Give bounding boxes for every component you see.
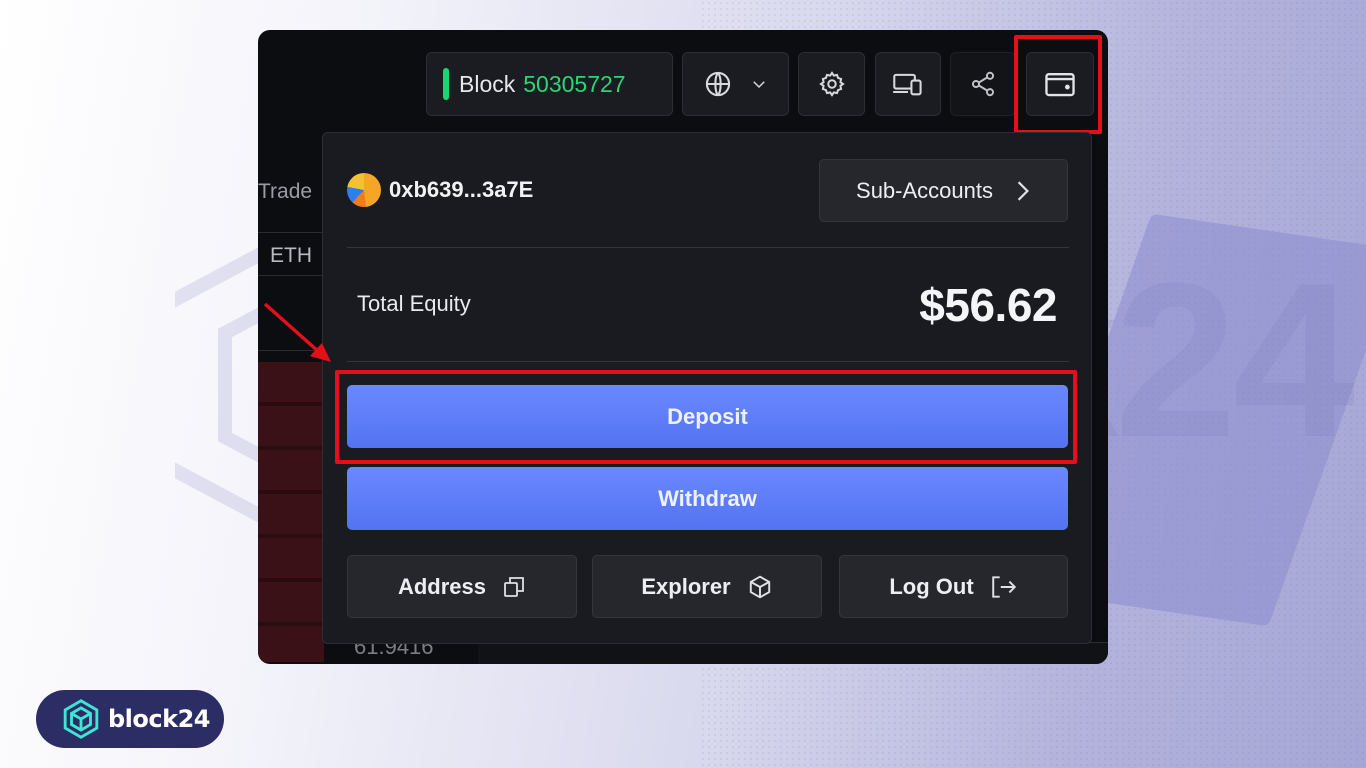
settings-button[interactable] [798,52,865,116]
block-label: Block [459,70,516,97]
devices-button[interactable] [875,52,941,116]
sub-accounts-button[interactable]: Sub-Accounts [819,159,1068,222]
cube-logo-icon [63,699,99,739]
wallet-dropdown-menu: 0xb639...3a7E Sub-Accounts Total Equity … [322,132,1092,644]
panel-footer [478,642,1108,664]
share-icon [971,71,995,97]
status-bar-icon [443,68,449,100]
logout-icon [991,575,1016,598]
devices-icon [893,73,922,96]
exchange-app-screenshot: Trade ETH 61.9416 Block 50305727 0xb639.… [258,30,1108,664]
chevron-down-icon [752,81,765,89]
deposit-button[interactable]: Deposit [347,385,1068,448]
block-height-indicator[interactable]: Block 50305727 [426,52,673,116]
logout-button[interactable]: Log Out [839,555,1068,618]
copy-icon [504,576,524,597]
avatar [347,173,381,207]
annotation-arrow-icon [263,302,331,362]
cube-icon [749,575,770,598]
sub-accounts-label: Sub-Accounts [856,177,993,203]
withdraw-button[interactable]: Withdraw [347,467,1068,530]
total-equity-value: $56.62 [919,279,1057,331]
divider [347,247,1069,248]
divider [258,232,328,233]
wallet-highlight-box [1014,35,1102,134]
copy-address-button[interactable]: Address [347,555,577,618]
address-button-label: Address [397,573,487,599]
wallet-address: 0xb639...3a7E [389,177,534,202]
explorer-button-label: Explorer [641,573,731,599]
top-toolbar: Block 50305727 [258,30,1108,134]
asset-label[interactable]: ETH [270,244,312,268]
explorer-button[interactable]: Explorer [592,555,822,618]
brand-logo-text: block24 [108,705,210,733]
trade-tab-label[interactable]: Trade [258,180,312,204]
account-info[interactable]: 0xb639...3a7E [347,173,533,207]
total-equity-label: Total Equity [357,291,471,316]
divider [258,275,328,276]
language-selector[interactable] [682,52,789,116]
block-number: 50305727 [523,70,626,97]
brand-logo-badge: block24 [36,690,224,748]
orderbook-ask-rows [258,362,324,662]
divider [347,361,1069,362]
gear-icon [818,71,845,97]
share-button[interactable] [950,52,1016,116]
globe-icon [705,71,730,97]
chevron-right-icon [1017,180,1029,201]
logout-button-label: Log Out [889,573,974,599]
